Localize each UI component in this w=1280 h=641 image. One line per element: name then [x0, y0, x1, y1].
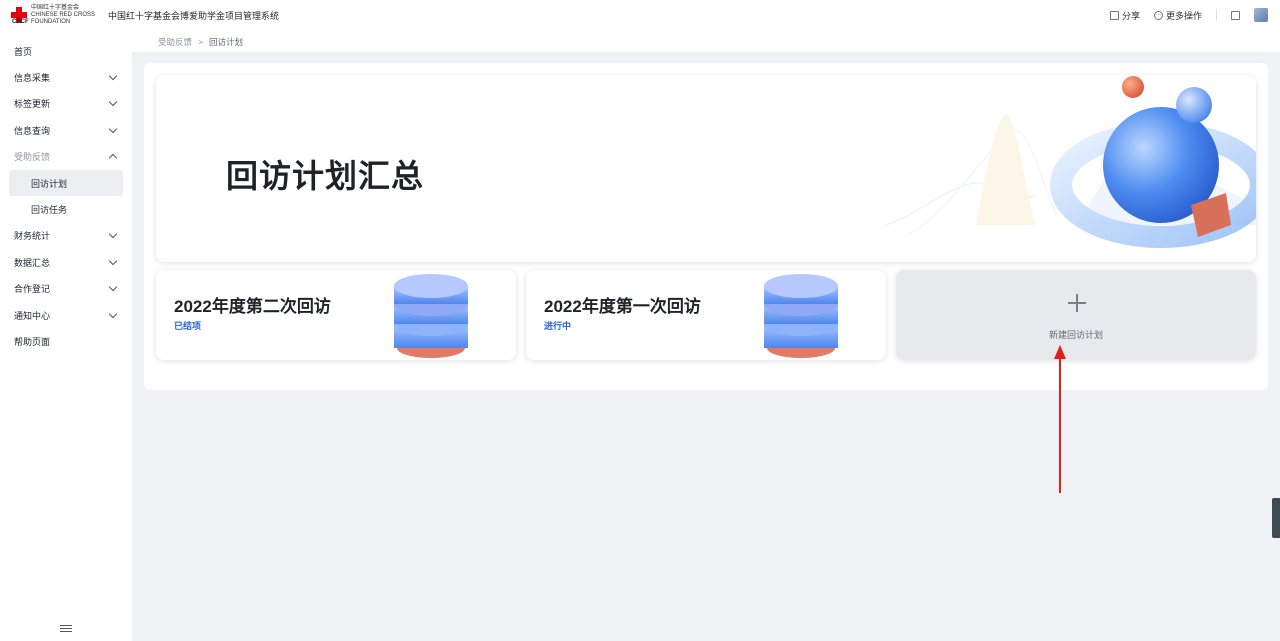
breadcrumb-parent[interactable]: 受助反馈: [158, 36, 192, 48]
breadcrumb-separator: >: [198, 37, 203, 47]
sidebar-item-info-query[interactable]: 信息查询: [0, 117, 132, 143]
status-badge: 进行中: [544, 321, 572, 331]
main-panel: 回访计划汇总 2022年度第二次回访 已结项 2022年度第一次回访 进行中 新…: [144, 63, 1268, 390]
logo-en1: CHINESE RED CROSS: [31, 11, 96, 18]
logo-abbr: CRCF: [12, 19, 29, 25]
sidebar-item-label: 信息采集: [14, 73, 51, 84]
sidebar: 首页 信息采集 标签更新 信息查询 受助反馈 回访计划 回访任务 财务统计 数据…: [0, 30, 132, 641]
annotation-arrow-icon: [1054, 345, 1066, 493]
sidebar-item-label: 通知中心: [14, 310, 51, 321]
sidebar-item-label: 回访任务: [31, 205, 68, 216]
logo-en2: FOUNDATION: [31, 18, 71, 25]
chevron-down-icon: [108, 124, 118, 134]
sidebar-item-notifications[interactable]: 通知中心: [0, 302, 132, 328]
chevron-down-icon: [108, 256, 118, 266]
breadcrumb-current: 回访计划: [208, 37, 243, 47]
logo[interactable]: 中国红十字基金会 CHINESE RED CROSS FOUNDATION CR…: [0, 0, 96, 30]
chevron-down-icon: [108, 98, 118, 107]
sidebar-item-label: 标签更新: [14, 99, 51, 110]
card-title: 2022年度第二次回访: [174, 297, 331, 316]
sidebar-item-visit-plan[interactable]: 回访计划: [9, 169, 123, 197]
breadcrumb-bar: [132, 30, 1280, 52]
notes-icon[interactable]: [1231, 10, 1240, 20]
sidebar-item-label: 财务统计: [14, 231, 51, 242]
top-actions: 分享 ··· 更多操作: [1109, 0, 1268, 30]
divider: [1216, 9, 1217, 21]
hero-banner: 回访计划汇总: [156, 75, 1256, 262]
page-title: 回访计划汇总: [226, 158, 425, 194]
more-label: 更多操作: [1165, 10, 1202, 21]
chevron-down-icon: [108, 230, 118, 239]
visit-plan-card[interactable]: 2022年度第二次回访 已结项: [156, 270, 516, 360]
collapse-sidebar-icon[interactable]: [60, 625, 72, 635]
more-icon: ···: [1153, 10, 1163, 20]
share-label: 分享: [1121, 10, 1140, 21]
sidebar-item-label: 帮助页面: [14, 336, 51, 347]
plus-icon: [1068, 294, 1086, 312]
new-visit-plan-label: 新建回访计划: [1048, 330, 1103, 340]
chevron-down-icon: [108, 71, 118, 81]
chevron-down-icon: [108, 309, 118, 318]
visit-plan-card[interactable]: 2022年度第一次回访 进行中: [526, 270, 886, 360]
sidebar-item-tag-update[interactable]: 标签更新: [0, 91, 132, 117]
chevron-down-icon: [108, 282, 118, 292]
system-title: 中国红十字基金会博爱助学金项目管理系统: [108, 10, 280, 21]
top-bar: 中国红十字基金会 CHINESE RED CROSS FOUNDATION CR…: [0, 0, 1280, 30]
database-stack-icon: [764, 274, 838, 358]
chevron-up-icon: [108, 154, 118, 163]
database-stack-icon: [394, 274, 468, 358]
card-title: 2022年度第一次回访: [544, 297, 701, 316]
share-button[interactable]: 分享: [1109, 9, 1140, 22]
status-badge: 已结项: [174, 321, 202, 331]
sidebar-item-label: 受助反馈: [14, 152, 51, 163]
more-actions-button[interactable]: ··· 更多操作: [1153, 9, 1202, 22]
sidebar-item-label: 合作登记: [14, 284, 51, 295]
sidebar-item-help[interactable]: 帮助页面: [0, 328, 132, 354]
breadcrumb: 受助反馈 > 回访计划: [158, 36, 243, 48]
logo-cn: 中国红十字基金会: [31, 4, 80, 11]
share-icon: [1109, 10, 1119, 20]
avatar[interactable]: [1254, 8, 1268, 22]
sidebar-item-partnership[interactable]: 合作登记: [0, 276, 132, 302]
sidebar-item-finance[interactable]: 财务统计: [0, 223, 132, 249]
floating-side-tab[interactable]: [1272, 498, 1280, 538]
sidebar-item-data-summary[interactable]: 数据汇总: [0, 249, 132, 275]
sidebar-item-label: 首页: [14, 46, 33, 57]
sidebar-item-label: 回访计划: [31, 178, 68, 189]
hero-illustration: [885, 76, 1256, 248]
sidebar-item-label: 信息查询: [14, 125, 51, 136]
sidebar-item-home[interactable]: 首页: [0, 38, 132, 64]
new-visit-plan-button[interactable]: 新建回访计划: [896, 270, 1256, 360]
sidebar-item-feedback[interactable]: 受助反馈: [0, 144, 132, 170]
sidebar-item-label: 数据汇总: [14, 257, 51, 268]
sidebar-item-info-collect[interactable]: 信息采集: [0, 64, 132, 90]
sidebar-item-visit-task[interactable]: 回访任务: [0, 196, 132, 222]
